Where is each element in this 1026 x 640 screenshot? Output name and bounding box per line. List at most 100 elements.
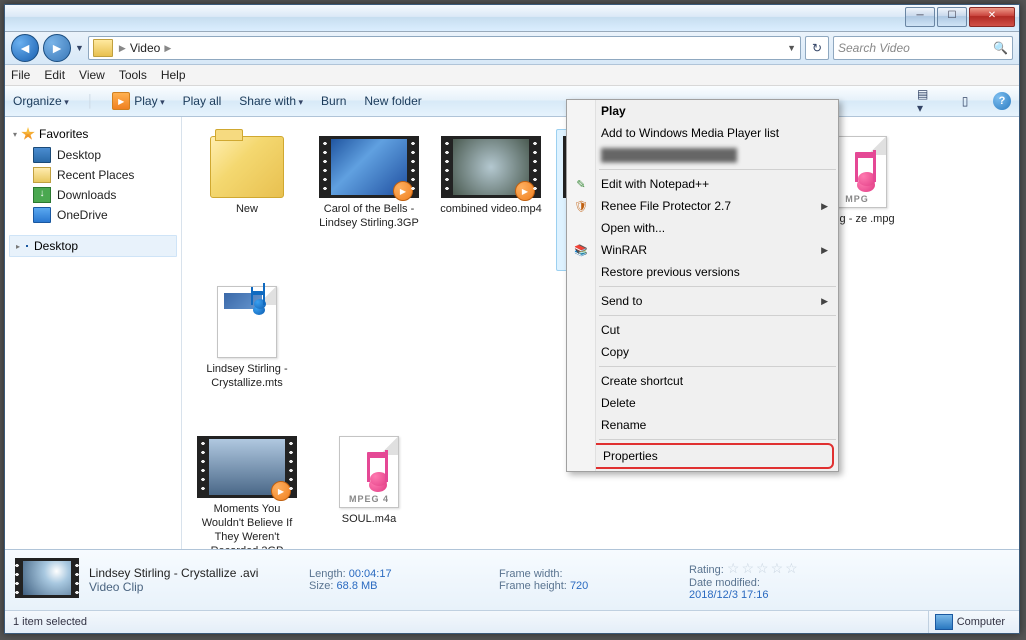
folder-icon (210, 136, 284, 198)
notepad-icon: ✎ (573, 176, 589, 192)
ctx-properties-highlighted[interactable]: Properties (571, 443, 834, 469)
value-length: 00:04:17 (349, 568, 392, 580)
video-thumbnail: ▶ (441, 136, 541, 198)
shield-icon: 🛡 (573, 198, 589, 214)
breadcrumb-item[interactable]: Video (126, 41, 164, 55)
recent-places-icon (33, 167, 51, 183)
file-item-folder[interactable]: New (190, 129, 304, 271)
rating-stars[interactable]: ☆☆☆☆☆ (727, 560, 800, 576)
ctx-separator (599, 439, 836, 440)
nav-desktop-root[interactable]: ▸ Desktop (9, 235, 177, 257)
address-dropdown[interactable]: ▼ (787, 43, 796, 53)
file-icon (217, 286, 277, 358)
file-item-video[interactable]: ▶ combined video.mp4 (434, 129, 548, 271)
search-icon: 🔍 (993, 41, 1008, 55)
nav-history-dropdown[interactable]: ▼ (75, 43, 84, 53)
nav-onedrive[interactable]: OneDrive (9, 205, 177, 225)
address-bar[interactable]: ▶ Video ▶ ▼ (88, 36, 801, 60)
submenu-arrow-icon: ▶ (821, 245, 828, 256)
nav-back-button[interactable]: ◄ (11, 34, 39, 62)
breadcrumb-separator: ▶ (119, 43, 126, 54)
share-with-menu[interactable]: Share with (239, 94, 303, 108)
ctx-winrar[interactable]: 📚WinRAR▶ (567, 239, 838, 261)
explorer-window: ─ ☐ ✕ ◄ ► ▼ ▶ Video ▶ ▼ ↻ Search Video 🔍… (4, 4, 1020, 634)
details-file-type: Video Clip (89, 580, 299, 594)
menu-bar: File Edit View Tools Help (5, 65, 1019, 86)
submenu-arrow-icon: ▶ (821, 201, 828, 212)
command-bar: Organize │ ▶ Play Play all Share with Bu… (5, 86, 1019, 117)
desktop-icon (33, 147, 51, 163)
play-overlay-icon: ▶ (393, 181, 413, 201)
menu-tools[interactable]: Tools (119, 68, 147, 82)
video-thumbnail: ▶ (319, 136, 419, 198)
file-item-video[interactable]: ▶ Moments You Wouldn't Believe If They W… (190, 429, 304, 549)
refresh-button[interactable]: ↻ (805, 36, 829, 60)
ctx-send-to[interactable]: Send to▶ (567, 290, 838, 312)
submenu-arrow-icon: ▶ (821, 296, 828, 307)
ctx-add-wmp[interactable]: Add to Windows Media Player list (567, 122, 838, 144)
ctx-separator (599, 366, 836, 367)
favorites-header[interactable]: ▾ Favorites (13, 127, 177, 141)
maximize-button[interactable]: ☐ (937, 7, 967, 27)
search-box[interactable]: Search Video 🔍 (833, 36, 1013, 60)
label-length: Length: (309, 568, 346, 580)
label-frame-width: Frame width: (499, 568, 563, 580)
file-item-video[interactable]: Lindsey Stirling - Crystallize.mts (190, 279, 304, 421)
ctx-delete[interactable]: Delete (567, 392, 838, 414)
menu-edit[interactable]: Edit (44, 68, 65, 82)
burn-button[interactable]: Burn (321, 94, 346, 108)
nav-desktop[interactable]: Desktop (9, 145, 177, 165)
play-icon: ▶ (112, 92, 130, 110)
file-item-video[interactable]: ▶ Carol of the Bells - Lindsey Stirling.… (312, 129, 426, 271)
chevron-icon: ▾ (13, 130, 17, 139)
menu-help[interactable]: Help (161, 68, 186, 82)
view-options-button[interactable]: ▤ ▾ (917, 91, 937, 111)
ctx-play[interactable]: Play (567, 100, 838, 122)
explorer-body: ▾ Favorites Desktop Recent Places Downlo… (5, 117, 1019, 550)
status-computer[interactable]: Computer (928, 611, 1011, 633)
menu-view[interactable]: View (79, 68, 105, 82)
details-file-name: Lindsey Stirling - Crystallize .avi (89, 566, 299, 580)
minimize-button[interactable]: ─ (905, 7, 935, 27)
ctx-restore[interactable]: Restore previous versions (567, 261, 838, 283)
nav-downloads[interactable]: Downloads (9, 185, 177, 205)
ctx-cut[interactable]: Cut (567, 319, 838, 341)
address-bar-row: ◄ ► ▼ ▶ Video ▶ ▼ ↻ Search Video 🔍 (5, 32, 1019, 65)
close-button[interactable]: ✕ (969, 7, 1015, 27)
ctx-copy[interactable]: Copy (567, 341, 838, 363)
downloads-icon (33, 187, 51, 203)
play-all-button[interactable]: Play all (183, 94, 222, 108)
play-overlay-icon: ▶ (515, 181, 535, 201)
computer-icon (935, 614, 953, 630)
desktop-icon (26, 245, 28, 247)
label-frame-height: Frame height: (499, 580, 567, 592)
organize-menu[interactable]: Organize (13, 94, 69, 108)
winrar-icon: 📚 (573, 242, 589, 258)
menu-file[interactable]: File (11, 68, 30, 82)
details-pane: Lindsey Stirling - Crystallize .avi Vide… (5, 550, 1019, 610)
preview-pane-button[interactable]: ▯ (955, 91, 975, 111)
title-bar[interactable]: ─ ☐ ✕ (5, 5, 1019, 32)
ctx-notepad[interactable]: ✎Edit with Notepad++ (567, 173, 838, 195)
star-icon (21, 127, 35, 141)
ctx-blurred[interactable]: ████████████████ (567, 144, 838, 166)
ctx-separator (599, 169, 836, 170)
nav-forward-button[interactable]: ► (43, 34, 71, 62)
help-button[interactable]: ? (993, 92, 1011, 110)
file-item-audio[interactable]: MPEG 4 SOUL.m4a (312, 429, 426, 549)
status-text: 1 item selected (13, 616, 87, 628)
play-button[interactable]: ▶ Play (112, 92, 164, 110)
ctx-open-with[interactable]: Open with... (567, 217, 838, 239)
navigation-pane: ▾ Favorites Desktop Recent Places Downlo… (5, 117, 182, 549)
breadcrumb-separator: ▶ (164, 43, 171, 54)
ctx-create-shortcut[interactable]: Create shortcut (567, 370, 838, 392)
new-folder-button[interactable]: New folder (364, 94, 421, 108)
status-bar: 1 item selected Computer (5, 610, 1019, 633)
file-icon: MPEG 4 (339, 436, 399, 508)
video-thumbnail: ▶ (197, 436, 297, 498)
ctx-rename[interactable]: Rename (567, 414, 838, 436)
nav-recent-places[interactable]: Recent Places (9, 165, 177, 185)
ctx-renee[interactable]: 🛡Renee File Protector 2.7▶ (567, 195, 838, 217)
label-rating: Rating: (689, 564, 724, 576)
ctx-separator (599, 315, 836, 316)
